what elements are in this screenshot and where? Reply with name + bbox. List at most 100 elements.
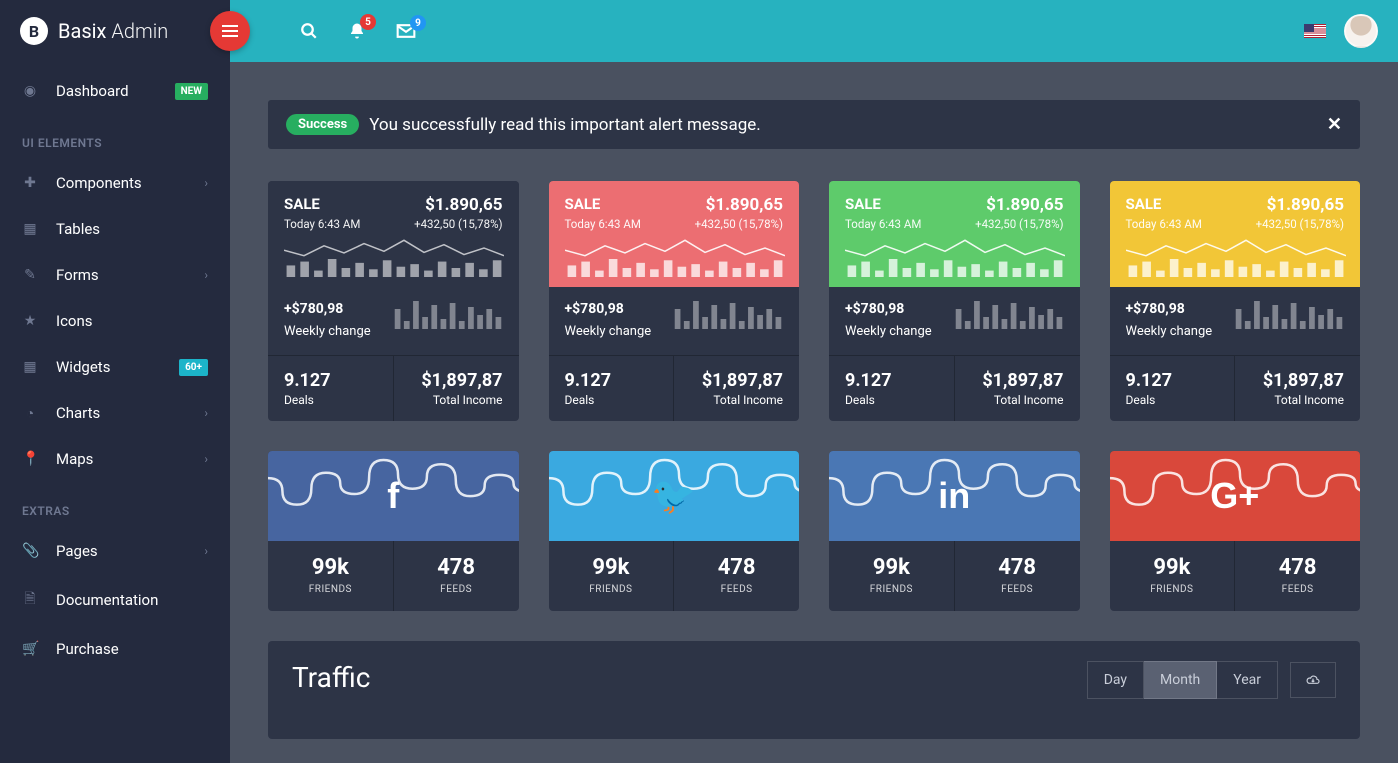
sidebar-item-label: Widgets bbox=[56, 358, 161, 376]
sidebar: B Basix Admin ◉ Dashboard NEW UI ELEMENT… bbox=[0, 0, 230, 763]
weekly-bars bbox=[954, 301, 1064, 329]
messages-button[interactable]: 9 bbox=[396, 23, 416, 39]
sale-card-header: SALE $1.890,65 Today 6:43 AM +432,50 (15… bbox=[549, 181, 800, 287]
topbar: 5 9 bbox=[230, 0, 1398, 62]
deals-value: 9.127 bbox=[845, 370, 938, 391]
sale-card-header: SALE $1.890,65 Today 6:43 AM +432,50 (15… bbox=[829, 181, 1080, 287]
puzzle-icon: ✚ bbox=[22, 175, 38, 191]
sidebar-item-tables[interactable]: ▦ Tables bbox=[0, 206, 230, 252]
grid-icon: ▦ bbox=[22, 359, 38, 375]
deals-label: Deals bbox=[284, 393, 377, 407]
sidebar-item-pages[interactable]: 📎 Pages › bbox=[0, 528, 230, 574]
weekly-change-value: +$780,98 bbox=[1126, 301, 1213, 317]
badge-count: 60+ bbox=[179, 359, 208, 376]
friends-label: FRIENDS bbox=[829, 584, 954, 595]
weekly-change-value: +$780,98 bbox=[284, 301, 371, 317]
social-card-google-plus: G+ 99k FRIENDS 478 FEEDS bbox=[1110, 451, 1361, 611]
sale-cards-row: SALE $1.890,65 Today 6:43 AM +432,50 (15… bbox=[268, 181, 1360, 421]
alert-pill: Success bbox=[286, 114, 359, 135]
tab-day[interactable]: Day bbox=[1087, 661, 1144, 699]
sidebar-item-maps[interactable]: 📍 Maps › bbox=[0, 436, 230, 482]
flag-us-icon[interactable] bbox=[1304, 24, 1326, 38]
sale-amount: $1.890,65 bbox=[706, 195, 783, 215]
sidebar-item-label: Forms bbox=[56, 266, 186, 284]
sidebar-item-widgets[interactable]: ▦ Widgets 60+ bbox=[0, 344, 230, 390]
sidebar-item-forms[interactable]: ✎ Forms › bbox=[0, 252, 230, 298]
sale-card: SALE $1.890,65 Today 6:43 AM +432,50 (15… bbox=[829, 181, 1080, 421]
sidebar-item-icons[interactable]: ★ Icons bbox=[0, 298, 230, 344]
edit-icon: ✎ bbox=[22, 267, 38, 283]
sale-title: SALE bbox=[845, 195, 881, 213]
friends-label: FRIENDS bbox=[549, 584, 674, 595]
menu-toggle-button[interactable] bbox=[210, 11, 250, 51]
doc-icon: 🗎 bbox=[22, 588, 38, 612]
sale-card-footer: 9.127 Deals $1,897,87 Total Income bbox=[829, 356, 1080, 421]
income-value: $1,897,87 bbox=[971, 370, 1064, 391]
income-value: $1,897,87 bbox=[1251, 370, 1344, 391]
sidebar-section-extras: EXTRAS bbox=[0, 482, 230, 528]
traffic-title: Traffic bbox=[292, 661, 370, 694]
deals-value: 9.127 bbox=[1126, 370, 1219, 391]
chevron-right-icon: › bbox=[204, 406, 208, 420]
sidebar-item-charts[interactable]: ◔ Charts › bbox=[0, 390, 230, 436]
logo-mark-icon: B bbox=[20, 17, 48, 45]
friends-value: 99k bbox=[268, 555, 393, 580]
download-wrap bbox=[1278, 662, 1336, 698]
sale-card-mid: +$780,98 Weekly change bbox=[829, 287, 1080, 356]
weekly-change-label: Weekly change bbox=[845, 323, 932, 341]
sale-time: Today 6:43 AM bbox=[565, 217, 641, 231]
feeds-value: 478 bbox=[674, 555, 799, 580]
download-button[interactable] bbox=[1290, 662, 1336, 698]
pin-icon: 📍 bbox=[22, 451, 38, 467]
notifications-button[interactable]: 5 bbox=[348, 22, 366, 40]
sale-card-header: SALE $1.890,65 Today 6:43 AM +432,50 (15… bbox=[268, 181, 519, 287]
tab-year[interactable]: Year bbox=[1217, 661, 1278, 699]
sidebar-item-purchase[interactable]: 🛒 Purchase bbox=[0, 626, 230, 672]
sale-card-footer: 9.127 Deals $1,897,87 Total Income bbox=[268, 356, 519, 421]
chevron-right-icon: › bbox=[204, 176, 208, 190]
friends-label: FRIENDS bbox=[268, 584, 393, 595]
sidebar-item-label: Charts bbox=[56, 404, 186, 422]
cloud-download-icon bbox=[1305, 673, 1321, 687]
cart-icon: 🛒 bbox=[22, 641, 38, 657]
period-tabs: Day Month Year bbox=[1087, 661, 1278, 699]
sale-title: SALE bbox=[565, 195, 601, 213]
friends-label: FRIENDS bbox=[1110, 584, 1235, 595]
weekly-change-label: Weekly change bbox=[565, 323, 652, 341]
star-icon: ★ bbox=[22, 313, 38, 329]
brand-logo[interactable]: B Basix Admin bbox=[0, 0, 230, 62]
sale-card-mid: +$780,98 Weekly change bbox=[268, 287, 519, 356]
deals-value: 9.127 bbox=[284, 370, 377, 391]
sidebar-item-documentation[interactable]: 🗎 Documentation bbox=[0, 574, 230, 626]
google-plus-icon: G+ bbox=[1210, 475, 1259, 517]
chevron-right-icon: › bbox=[204, 452, 208, 466]
sidebar-item-components[interactable]: ✚ Components › bbox=[0, 160, 230, 206]
sale-sparkline bbox=[565, 237, 784, 277]
sidebar-item-label: Icons bbox=[56, 312, 208, 330]
linkedin-icon: in bbox=[938, 475, 970, 517]
social-card-facebook: f 99k FRIENDS 478 FEEDS bbox=[268, 451, 519, 611]
feeds-label: FEEDS bbox=[955, 584, 1080, 595]
social-card-footer: 99k FRIENDS 478 FEEDS bbox=[549, 541, 800, 611]
income-value: $1,897,87 bbox=[690, 370, 783, 391]
social-card-footer: 99k FRIENDS 478 FEEDS bbox=[268, 541, 519, 611]
sidebar-item-label: Components bbox=[56, 174, 186, 192]
sidebar-item-label: Purchase bbox=[56, 640, 208, 658]
search-button[interactable] bbox=[300, 22, 318, 40]
user-avatar[interactable] bbox=[1344, 14, 1378, 48]
sidebar-item-dashboard[interactable]: ◉ Dashboard NEW bbox=[0, 68, 230, 114]
traffic-controls: Day Month Year bbox=[1087, 661, 1336, 699]
facebook-icon: f bbox=[387, 475, 399, 517]
income-label: Total Income bbox=[410, 393, 503, 407]
brand-name-thin: Admin bbox=[111, 19, 168, 43]
content: Success You successfully read this impor… bbox=[230, 62, 1398, 763]
social-card-footer: 99k FRIENDS 478 FEEDS bbox=[1110, 541, 1361, 611]
brand-name-bold: Basix bbox=[58, 19, 106, 43]
income-value: $1,897,87 bbox=[410, 370, 503, 391]
alert-close-button[interactable]: ✕ bbox=[1327, 114, 1342, 135]
sale-card-footer: 9.127 Deals $1,897,87 Total Income bbox=[549, 356, 800, 421]
tab-month[interactable]: Month bbox=[1144, 661, 1217, 699]
deals-label: Deals bbox=[565, 393, 658, 407]
chevron-right-icon: › bbox=[204, 268, 208, 282]
social-card-header: 🐦 bbox=[549, 451, 800, 541]
